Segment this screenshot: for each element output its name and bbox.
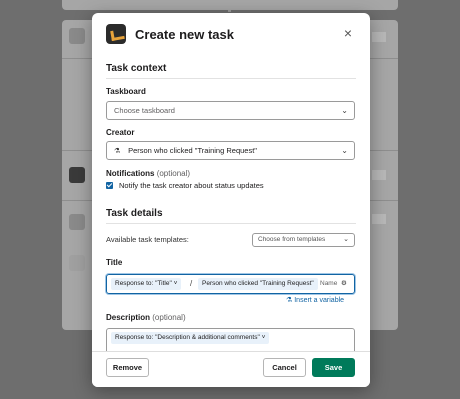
background-icon bbox=[69, 214, 85, 230]
notifications-label: Notifications (optional) bbox=[106, 169, 190, 178]
description-label: Description (optional) bbox=[106, 313, 186, 322]
taskboard-label: Taskboard bbox=[106, 87, 146, 96]
modal-header: Create new task × bbox=[92, 13, 370, 55]
templates-label: Available task templates: bbox=[106, 235, 189, 244]
title-separator: / bbox=[190, 279, 193, 288]
close-icon[interactable]: × bbox=[341, 26, 355, 40]
background-icon bbox=[69, 28, 85, 44]
modal-body[interactable]: Task context Taskboard Choose taskboard … bbox=[92, 55, 370, 351]
background-edit-button bbox=[372, 170, 386, 180]
notify-creator-checkbox[interactable] bbox=[106, 182, 113, 189]
modal-title: Create new task bbox=[135, 27, 234, 42]
save-button[interactable]: Save bbox=[312, 358, 355, 377]
templates-placeholder: Choose from templates bbox=[258, 236, 326, 243]
variable-icon: ⚗ bbox=[114, 148, 121, 155]
title-label: Title bbox=[106, 258, 123, 267]
background-edit-button bbox=[372, 214, 386, 224]
title-input[interactable]: Response to: "Title" ˅ / Person who clic… bbox=[106, 274, 355, 294]
variable-icon: ⚗ bbox=[286, 297, 295, 304]
title-token-person[interactable]: Person who clicked "Training Request" bbox=[198, 278, 318, 290]
insert-variable-link[interactable]: ⚗ Insert a variable bbox=[286, 296, 344, 304]
create-task-modal: Create new task × Task context Taskboard… bbox=[92, 13, 370, 387]
optional-tag: (optional) bbox=[152, 313, 186, 322]
cancel-button[interactable]: Cancel bbox=[263, 358, 306, 377]
taskboard-placeholder: Choose taskboard bbox=[114, 106, 175, 115]
chevron-down-icon: ⌄ bbox=[341, 106, 348, 115]
description-input[interactable]: Response to: "Description & additional c… bbox=[106, 328, 355, 351]
creator-value: Person who clicked "Training Request" bbox=[128, 146, 257, 155]
insert-variable-text: Insert a variable bbox=[294, 297, 345, 304]
background-app-icon bbox=[69, 167, 85, 183]
notifications-label-text: Notifications bbox=[106, 169, 155, 178]
settings-icon[interactable]: ⚙ bbox=[341, 278, 347, 290]
optional-tag: (optional) bbox=[156, 169, 191, 178]
modal-footer: Remove Cancel Save bbox=[92, 351, 370, 387]
templates-select[interactable]: Choose from templates ⌄ bbox=[252, 233, 355, 247]
title-token-response[interactable]: Response to: "Title" ˅ bbox=[111, 278, 182, 290]
description-token-response[interactable]: Response to: "Description & additional c… bbox=[111, 332, 270, 344]
chevron-down-icon: ⌄ bbox=[343, 236, 349, 243]
task-details-heading: Task details bbox=[106, 208, 163, 219]
remove-button[interactable]: Remove bbox=[106, 358, 149, 377]
creator-select[interactable]: ⚗ Person who clicked "Training Request" … bbox=[106, 141, 355, 160]
creator-label: Creator bbox=[106, 128, 135, 137]
title-token-suffix: Name bbox=[320, 280, 338, 287]
description-label-text: Description bbox=[106, 313, 151, 322]
section-divider bbox=[106, 78, 356, 79]
taskboard-select[interactable]: Choose taskboard ⌄ bbox=[106, 101, 355, 120]
workflow-app-logo-icon bbox=[106, 24, 126, 44]
task-context-heading: Task context bbox=[106, 63, 167, 74]
background-logo-icon bbox=[69, 255, 85, 271]
background-edit-button bbox=[372, 32, 386, 42]
background-card bbox=[62, 0, 398, 10]
chevron-down-icon: ⌄ bbox=[341, 146, 348, 155]
section-divider bbox=[106, 223, 356, 224]
notify-creator-label: Notify the task creator about status upd… bbox=[119, 181, 264, 190]
